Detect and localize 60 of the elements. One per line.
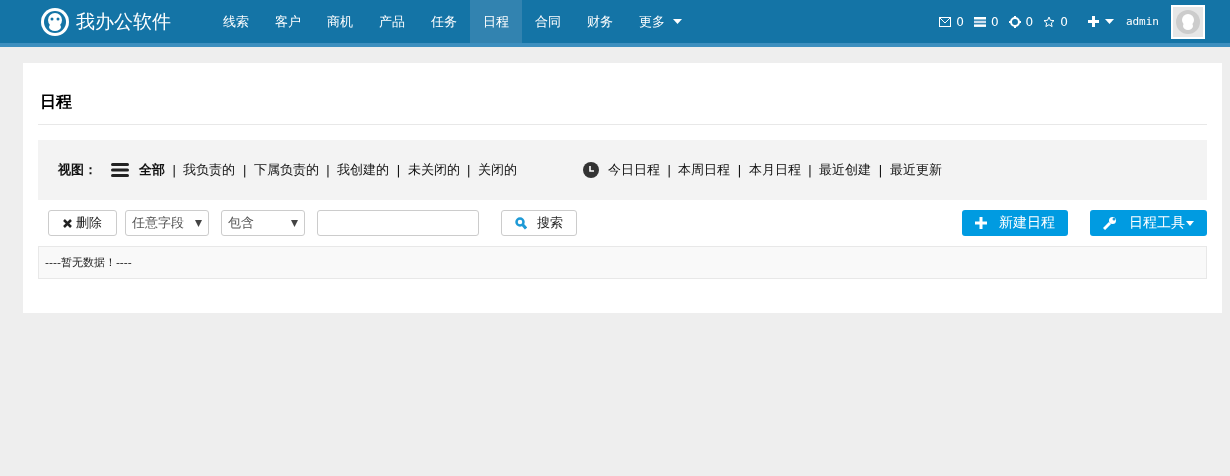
caret-icon[interactable]: [1104, 19, 1114, 24]
time-view-link[interactable]: 本月日程: [748, 161, 801, 179]
monkey-logo-icon: [40, 6, 70, 37]
empty-message: ----暂无数据！----: [38, 246, 1207, 279]
separator: |: [242, 162, 247, 178]
username[interactable]: admin: [1125, 15, 1159, 28]
separator: |: [325, 162, 331, 178]
time-view-link[interactable]: 今日日程: [607, 161, 660, 179]
separator: |: [737, 162, 742, 178]
nav-tab[interactable]: 产品: [366, 0, 418, 43]
view-link[interactable]: 未关闭的: [407, 161, 460, 179]
menu-icon: [111, 163, 129, 177]
view-link[interactable]: 我创建的: [337, 161, 390, 179]
nav-tab[interactable]: 合同: [522, 0, 574, 43]
caret-icon: [291, 219, 298, 227]
field-select[interactable]: 任意字段: [125, 210, 209, 236]
time-view-link[interactable]: 最近创建: [819, 161, 872, 179]
nav-tab[interactable]: 日程: [470, 0, 522, 43]
counter: 0: [990, 14, 999, 29]
search-field[interactable]: [317, 210, 479, 236]
page-title: 日程: [38, 63, 1207, 125]
brand-name[interactable]: 我办公软件: [76, 8, 171, 35]
separator: |: [666, 162, 672, 178]
separator: |: [172, 162, 177, 178]
nav-tab[interactable]: 更多: [626, 0, 695, 43]
nav-tab[interactable]: 线索: [210, 0, 262, 43]
close-icon: [63, 218, 72, 228]
separator: |: [466, 162, 471, 178]
view-link[interactable]: 我负责的: [183, 161, 236, 179]
view-link[interactable]: 全部: [139, 161, 165, 179]
avatar[interactable]: [1171, 4, 1205, 39]
star-icon[interactable]: [1043, 15, 1056, 28]
search-button[interactable]: 搜索: [501, 210, 577, 236]
caret-icon: [1186, 220, 1194, 226]
separator: |: [807, 162, 813, 178]
counter: 0: [1025, 14, 1034, 29]
wrench-icon: [1103, 216, 1117, 230]
mail-icon[interactable]: [939, 16, 952, 27]
nav-tab[interactable]: 任务: [418, 0, 470, 43]
counter: 0: [956, 14, 964, 29]
time-view-link[interactable]: 本周日程: [678, 161, 731, 179]
caret-icon: [195, 219, 202, 227]
time-view-link[interactable]: 最近更新: [889, 161, 942, 179]
views-label: 视图：: [58, 161, 97, 179]
nav-tab[interactable]: 商机: [314, 0, 366, 43]
nav-tab[interactable]: 财务: [574, 0, 626, 43]
counter: 0: [1060, 14, 1068, 29]
clock-icon: [582, 162, 599, 178]
crosshair-icon[interactable]: [1008, 15, 1021, 28]
search-icon: [515, 216, 527, 230]
nav-tab[interactable]: 客户: [262, 0, 314, 43]
separator: |: [878, 162, 883, 178]
list-icon[interactable]: [973, 16, 986, 27]
separator: |: [396, 162, 401, 178]
view-link[interactable]: 下属负责的: [253, 161, 319, 179]
plus-icon[interactable]: [1087, 16, 1099, 27]
view-link[interactable]: 关闭的: [477, 161, 517, 179]
condition-select[interactable]: 包含: [221, 210, 305, 236]
delete-button[interactable]: 删除: [48, 210, 117, 236]
plus-icon: [975, 217, 987, 229]
